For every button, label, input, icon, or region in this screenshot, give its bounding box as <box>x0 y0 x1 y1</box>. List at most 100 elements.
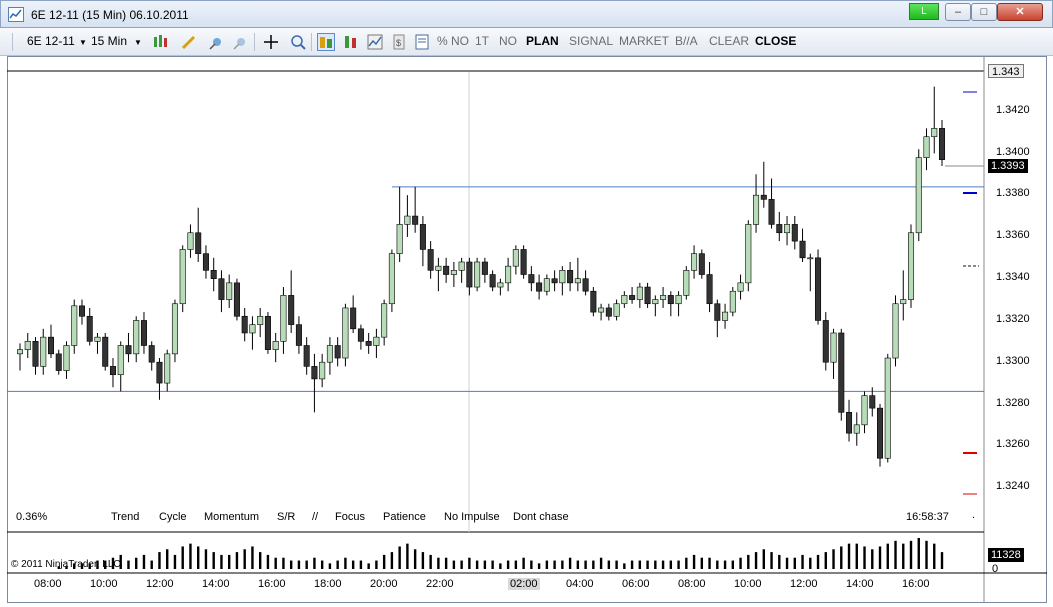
up-candle <box>24 341 31 350</box>
time-tick: 04:00 <box>566 578 594 590</box>
time-tick: 20:00 <box>370 578 398 590</box>
volume-bar <box>475 560 479 569</box>
volume-bar <box>700 557 704 569</box>
indicator-dont-chase: Dont chase <box>513 511 569 523</box>
volume-bar <box>506 560 510 569</box>
dot-label: . <box>972 509 976 521</box>
up-candle <box>179 249 186 305</box>
volume-bar <box>266 554 270 569</box>
down-candle <box>241 315 248 334</box>
volume-bar <box>367 563 370 569</box>
volume-bar <box>297 560 301 569</box>
up-candle <box>559 270 566 284</box>
volume-bar <box>654 560 657 569</box>
down-candle <box>768 199 775 225</box>
percent-change-label: 0.36% <box>16 511 48 523</box>
volume-bar <box>708 557 711 569</box>
time-tick: 08:00 <box>34 578 62 590</box>
time-tick: 06:00 <box>622 578 650 590</box>
up-candle <box>342 307 349 359</box>
volume-bar <box>592 560 595 569</box>
down-candle <box>846 412 853 434</box>
up-candle <box>892 303 899 359</box>
down-candle <box>536 282 543 292</box>
volume-bar <box>421 552 425 569</box>
up-candle <box>388 253 395 305</box>
volume-bar <box>809 557 812 569</box>
volume-bar <box>413 549 417 569</box>
volume-bar <box>204 549 208 569</box>
down-candle <box>667 295 674 305</box>
up-candle <box>915 157 922 234</box>
volume-bar <box>142 554 146 569</box>
down-candle <box>605 307 612 317</box>
up-candle <box>272 341 279 350</box>
down-candle <box>443 265 450 275</box>
up-candle <box>280 295 287 342</box>
up-candle <box>621 295 628 305</box>
volume-bar <box>274 557 277 569</box>
indicator-no-impulse: No Impulse <box>444 511 500 523</box>
volume-bar <box>483 560 487 569</box>
down-candle <box>195 232 202 254</box>
time-tick: 16:00 <box>258 578 286 590</box>
volume-bar <box>770 552 773 569</box>
volume-bar <box>197 546 200 569</box>
time-tick: 18:00 <box>314 578 342 590</box>
volume-bar <box>832 549 835 569</box>
volume-bar <box>289 560 293 569</box>
up-candle <box>117 345 124 376</box>
volume-bar <box>607 560 611 569</box>
up-candle <box>249 324 256 334</box>
volume-bar <box>530 560 533 569</box>
volume-bar <box>235 552 239 569</box>
up-candle <box>458 261 465 271</box>
up-candle <box>497 282 504 288</box>
copyright-label: © 2011 NinjaTrader, LLC <box>11 559 121 570</box>
volume-bar <box>491 560 494 569</box>
up-candle <box>691 253 698 271</box>
indicator-focus: Focus <box>335 511 365 523</box>
volume-bar <box>382 554 386 569</box>
volume-last-box: 11328 <box>988 548 1024 562</box>
volume-bar <box>871 549 874 569</box>
volume-bar <box>220 554 223 569</box>
up-candle <box>729 290 736 313</box>
up-candle <box>435 265 442 271</box>
up-candle <box>753 194 760 225</box>
price-tick: 1.3260 <box>996 438 1030 450</box>
volume-bar <box>669 560 673 569</box>
price-tick: 1.3240 <box>996 480 1030 492</box>
up-candle <box>450 270 457 275</box>
time-tick: 10:00 <box>90 578 118 590</box>
indicator-trend: Trend <box>111 511 140 523</box>
up-candle <box>675 295 682 305</box>
volume-bar <box>778 554 781 569</box>
volume-bar <box>429 554 432 569</box>
up-candle <box>884 357 891 459</box>
down-candle <box>698 253 705 275</box>
up-candle <box>257 315 264 325</box>
up-candle <box>861 395 868 426</box>
volume-bar <box>878 546 882 569</box>
up-candle <box>737 282 744 292</box>
volume-bar <box>514 560 518 569</box>
volume-bar <box>150 560 153 569</box>
up-candle <box>574 278 581 284</box>
down-candle <box>264 315 271 350</box>
up-candle <box>907 232 915 300</box>
volume-bar <box>568 557 572 569</box>
volume-bar <box>646 560 649 569</box>
time-tick: 12:00 <box>146 578 174 590</box>
up-candle <box>40 336 47 367</box>
up-candle <box>830 332 837 363</box>
bar-timer-label: 16:58:37 <box>906 511 949 523</box>
price-tick: 1.3400 <box>996 146 1030 158</box>
up-candle <box>923 136 930 158</box>
volume-bar <box>375 560 378 569</box>
volume-bar <box>723 560 727 569</box>
volume-bar <box>863 546 866 569</box>
volume-bar <box>305 560 308 569</box>
down-candle <box>334 345 341 359</box>
up-candle <box>164 353 171 384</box>
